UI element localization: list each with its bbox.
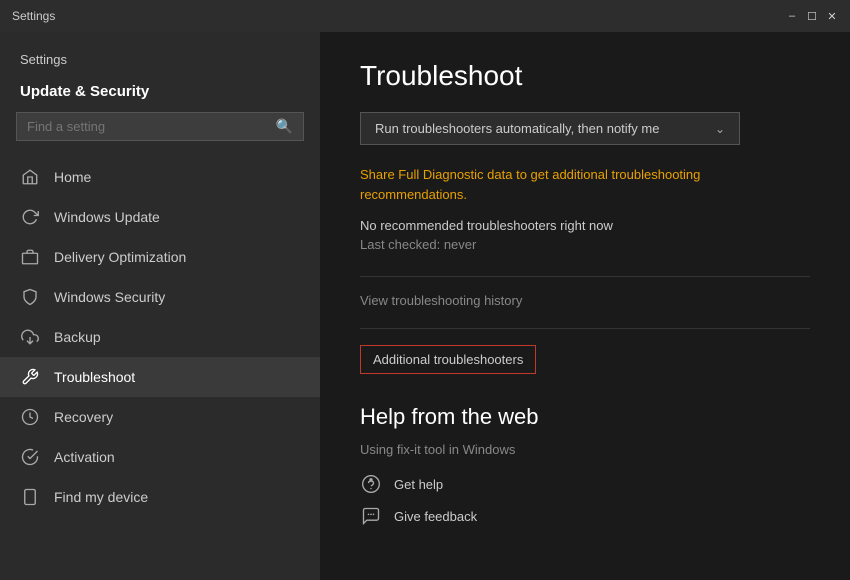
sidebar-item-label-windows-update: Windows Update: [54, 209, 160, 225]
give-feedback-link[interactable]: Give feedback: [360, 505, 810, 527]
find-device-icon: [20, 487, 40, 507]
sidebar-section-title: Update & Security: [0, 75, 320, 112]
give-feedback-label: Give feedback: [394, 509, 477, 524]
activation-icon: [20, 447, 40, 467]
sidebar-item-label-troubleshoot: Troubleshoot: [54, 369, 135, 385]
sidebar-item-label-recovery: Recovery: [54, 409, 113, 425]
maximize-button[interactable]: ☐: [806, 10, 818, 22]
sidebar-item-label-find-device: Find my device: [54, 489, 148, 505]
last-checked-text: Last checked: never: [360, 237, 810, 252]
divider-1: [360, 276, 810, 277]
home-icon: [20, 167, 40, 187]
dropdown-value: Run troubleshooters automatically, then …: [375, 121, 659, 136]
sidebar-item-label-security: Windows Security: [54, 289, 165, 305]
search-icon: 🔍: [276, 118, 293, 135]
sidebar-item-label-home: Home: [54, 169, 91, 185]
sidebar-header: Settings: [0, 32, 320, 75]
sidebar-item-troubleshoot[interactable]: Troubleshoot: [0, 357, 320, 397]
backup-icon: [20, 327, 40, 347]
shield-icon: [20, 287, 40, 307]
wrench-icon: [20, 367, 40, 387]
get-help-label: Get help: [394, 477, 443, 492]
troubleshoot-mode-dropdown[interactable]: Run troubleshooters automatically, then …: [360, 112, 740, 145]
sidebar-item-backup[interactable]: Backup: [0, 317, 320, 357]
refresh-icon: [20, 207, 40, 227]
get-help-icon: [360, 473, 382, 495]
delivery-icon: [20, 247, 40, 267]
sidebar-item-find-device[interactable]: Find my device: [0, 477, 320, 517]
search-input[interactable]: [27, 119, 276, 134]
no-troubleshooters-text: No recommended troubleshooters right now: [360, 218, 810, 233]
divider-2: [360, 328, 810, 329]
get-help-link[interactable]: Get help: [360, 473, 810, 495]
sidebar-item-label-activation: Activation: [54, 449, 115, 465]
additional-troubleshooters-button[interactable]: Additional troubleshooters: [360, 345, 536, 374]
minimize-button[interactable]: –: [786, 10, 798, 22]
sidebar-item-windows-update[interactable]: Windows Update: [0, 197, 320, 237]
search-box[interactable]: 🔍: [16, 112, 304, 141]
sidebar-item-activation[interactable]: Activation: [0, 437, 320, 477]
sidebar-item-windows-security[interactable]: Windows Security: [0, 277, 320, 317]
give-feedback-icon: [360, 505, 382, 527]
help-from-web-heading: Help from the web: [360, 404, 810, 430]
window-controls: – ☐ ✕: [786, 10, 838, 22]
chevron-down-icon: ⌄: [715, 122, 725, 136]
content-area: Troubleshoot Run troubleshooters automat…: [320, 32, 850, 580]
app-body: Settings Update & Security 🔍 Home: [0, 32, 850, 580]
sidebar-item-label-delivery: Delivery Optimization: [54, 249, 186, 265]
sidebar-item-home[interactable]: Home: [0, 157, 320, 197]
sidebar-item-delivery-optimization[interactable]: Delivery Optimization: [0, 237, 320, 277]
web-help-subtext: Using fix-it tool in Windows: [360, 442, 810, 457]
diagnostic-text: Share Full Diagnostic data to get additi…: [360, 165, 800, 204]
view-history-link[interactable]: View troubleshooting history: [360, 293, 810, 308]
close-button[interactable]: ✕: [826, 10, 838, 22]
sidebar: Settings Update & Security 🔍 Home: [0, 32, 320, 580]
sidebar-item-recovery[interactable]: Recovery: [0, 397, 320, 437]
title-bar: Settings – ☐ ✕: [0, 0, 850, 32]
app-title: Settings: [12, 9, 55, 23]
page-title: Troubleshoot: [360, 60, 810, 92]
recovery-icon: [20, 407, 40, 427]
sidebar-item-label-backup: Backup: [54, 329, 101, 345]
